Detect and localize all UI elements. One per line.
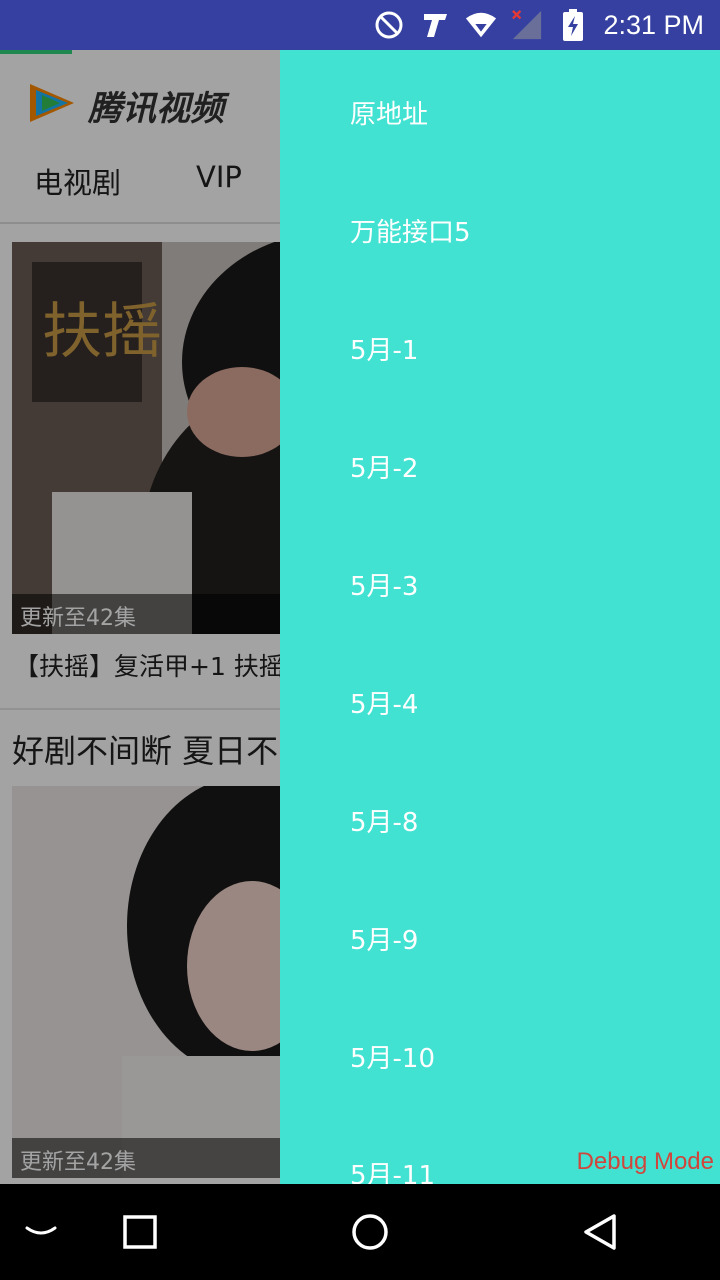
drawer-item-may-1[interactable]: 5月-1: [350, 330, 418, 367]
system-nav-bar: [0, 1184, 720, 1280]
drawer-item-may-3[interactable]: 5月-3: [350, 566, 418, 603]
drawer-item-may-10[interactable]: 5月-10: [350, 1038, 435, 1075]
status-icons: 2:31 PM: [373, 0, 704, 50]
drawer-item-may-9[interactable]: 5月-9: [350, 920, 418, 957]
t-app-icon: [419, 9, 451, 41]
drawer-item-may-11[interactable]: 5月-11: [350, 1155, 435, 1184]
back-icon[interactable]: [576, 1208, 624, 1256]
drawer-item-original[interactable]: 原地址: [350, 94, 428, 131]
signal-icon: [511, 9, 543, 41]
status-time: 2:31 PM: [603, 9, 704, 40]
dnd-icon: [373, 9, 405, 41]
recents-icon[interactable]: [116, 1208, 164, 1256]
keyboard-hide-icon[interactable]: [17, 1208, 65, 1256]
home-icon[interactable]: [346, 1208, 394, 1256]
debug-mode-label: Debug Mode: [576, 1148, 714, 1175]
drawer-item-may-4[interactable]: 5月-4: [350, 684, 418, 721]
battery-charging-icon: [557, 9, 589, 41]
status-bar: 2:31 PM: [0, 0, 720, 50]
drawer-item-universal-5[interactable]: 万能接口5: [350, 212, 471, 249]
wifi-icon: [465, 9, 497, 41]
drawer-item-may-2[interactable]: 5月-2: [350, 448, 418, 485]
source-drawer: 原地址 万能接口5 5月-1 5月-2 5月-3 5月-4 5月-8 5月-9 …: [280, 50, 720, 1184]
drawer-item-may-8[interactable]: 5月-8: [350, 802, 418, 839]
